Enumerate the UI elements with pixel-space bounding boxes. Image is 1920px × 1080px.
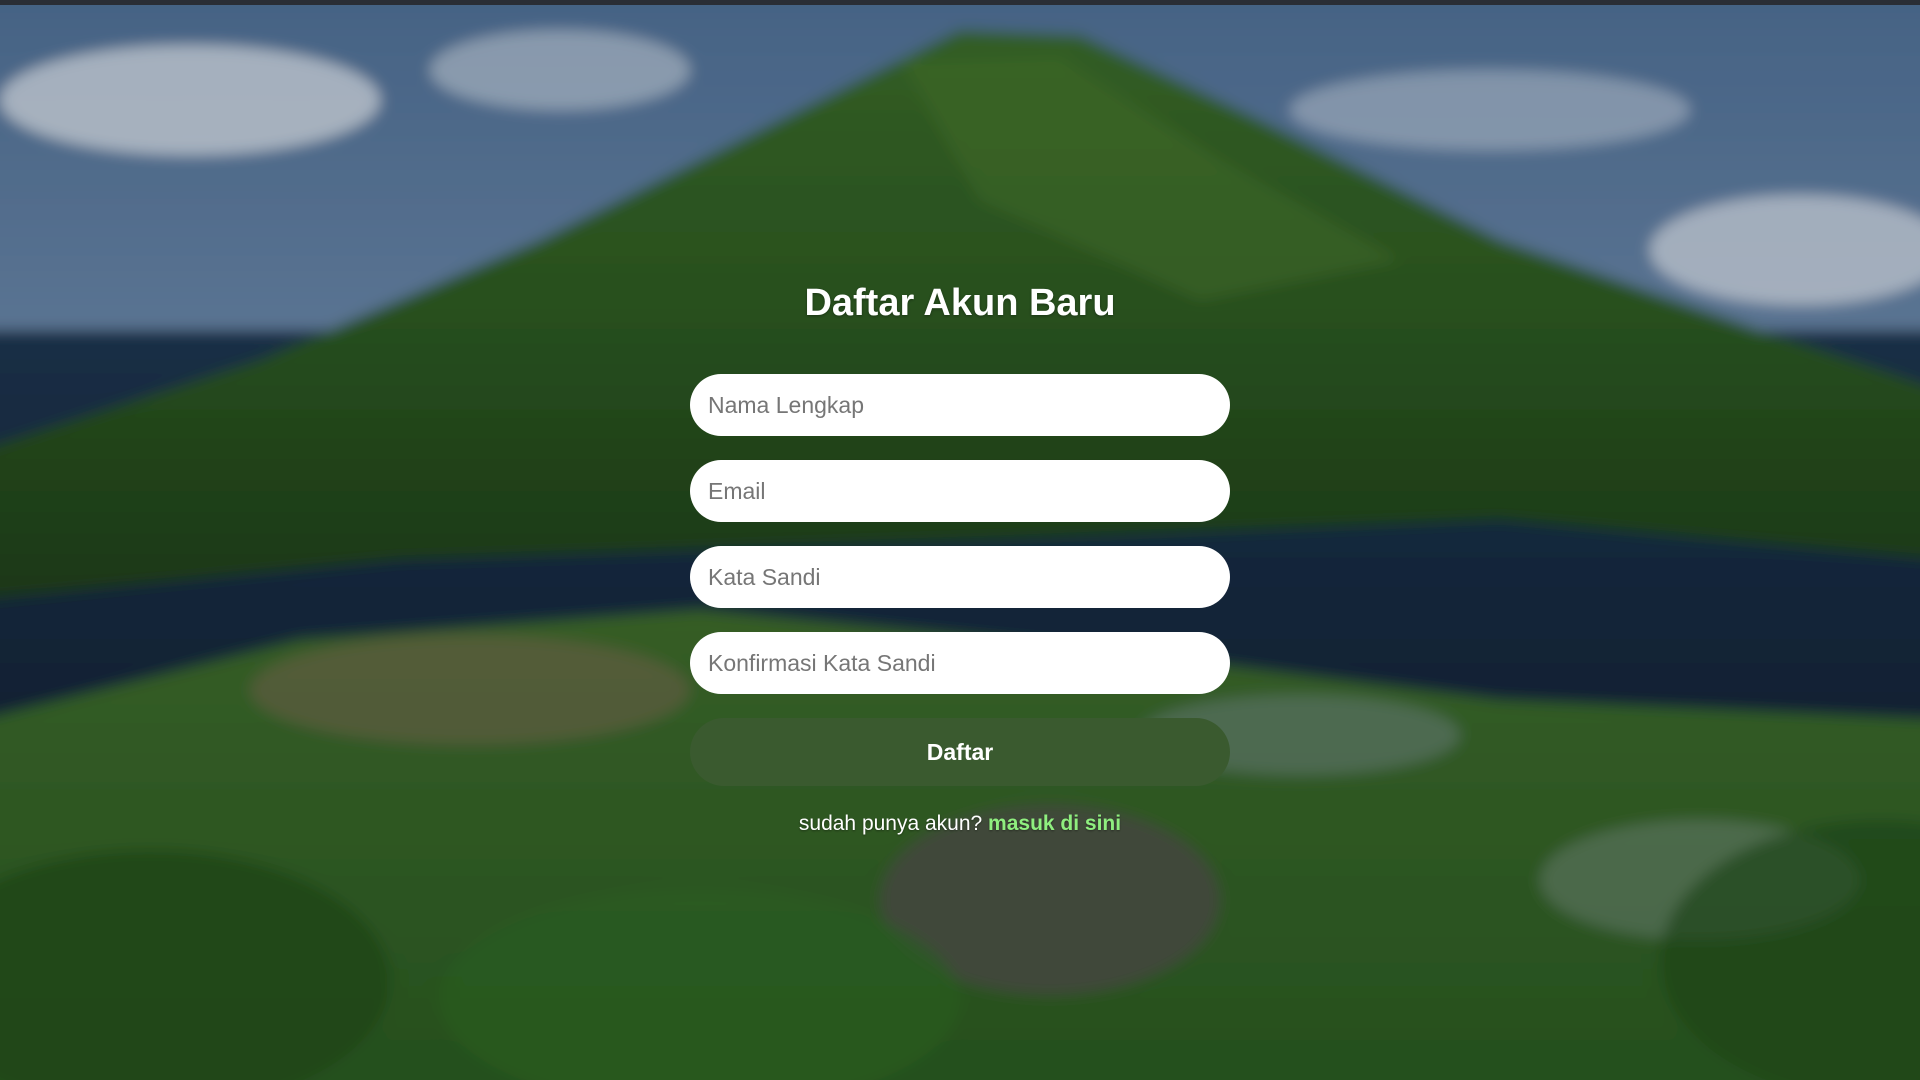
register-page: Daftar Akun Baru Daftar sudah punya akun… [0,0,1920,1080]
top-border [0,0,1920,5]
login-link[interactable]: masuk di sini [988,812,1121,835]
login-prompt-text: sudah punya akun? [798,812,989,835]
page-title: Daftar Akun Baru [804,282,1116,324]
password-input[interactable] [690,546,1230,608]
login-prompt: sudah punya akun? masuk di sini [690,812,1230,836]
confirm-password-input[interactable] [690,632,1230,694]
full-name-input[interactable] [690,374,1230,436]
email-input[interactable] [690,460,1230,522]
register-button[interactable]: Daftar [690,718,1230,786]
register-form: Daftar Akun Baru Daftar sudah punya akun… [690,272,1230,836]
